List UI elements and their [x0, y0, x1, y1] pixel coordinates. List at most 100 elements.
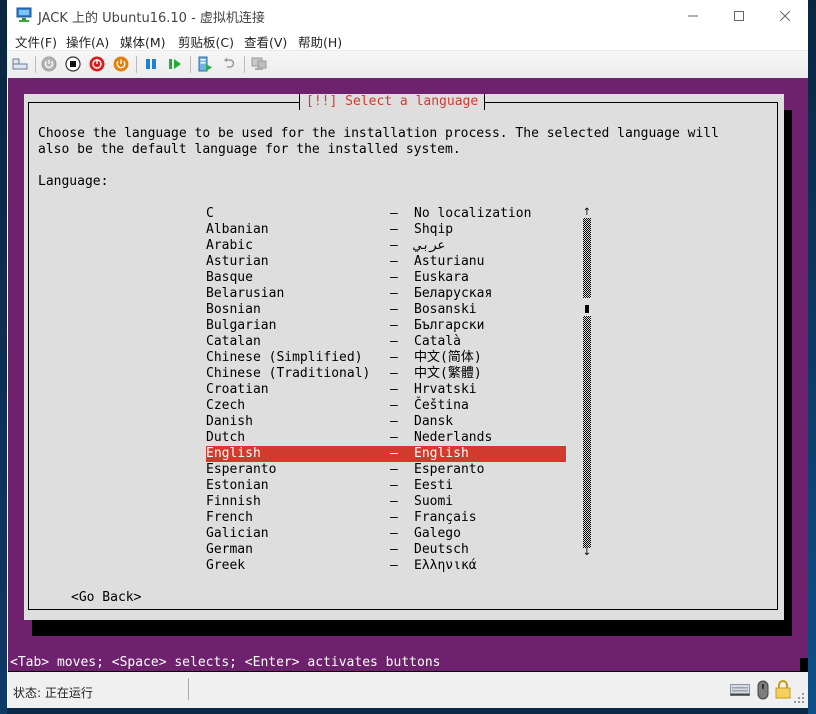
language-option[interactable]: Basque – Euskara [206, 270, 566, 286]
minimize-button[interactable] [670, 0, 716, 31]
dialog-title: [!!] Select a language [299, 94, 486, 110]
menu-media[interactable]: 媒体(M) [120, 32, 166, 51]
language-native-name: Български [414, 318, 485, 333]
language-name: Estonian [206, 478, 269, 493]
language-name: Catalan [206, 334, 261, 349]
language-option[interactable]: Arabic – عربي [206, 238, 566, 254]
language-list[interactable]: C – No localization Albanian – Shqip Arabic – عر… [206, 206, 566, 574]
language-option[interactable]: Catalan – Català [206, 334, 566, 350]
vm-connection-window: JACK 上的 Ubuntu16.10 - 虚拟机连接 文件(F) 操作(A) … [7, 0, 808, 708]
menu-help[interactable]: 帮助(H) [298, 32, 342, 51]
menu-action[interactable]: 操作(A) [66, 32, 109, 51]
language-name: Danish [206, 414, 253, 429]
language-option[interactable]: Albanian – Shqip [206, 222, 566, 238]
description-line-1: Choose the language to be used for the i… [38, 126, 719, 141]
language-dialog: [!!] Select a language Choose the langua… [24, 94, 784, 620]
scrollbar-thumb[interactable] [585, 305, 589, 313]
menu-file[interactable]: 文件(F) [15, 32, 57, 51]
resize-grip-icon[interactable] [794, 693, 804, 703]
save-state-button[interactable] [113, 56, 129, 72]
language-native-name: Shqip [414, 222, 454, 237]
language-label: Language: [38, 174, 109, 189]
scrollbar-track-lower[interactable] [583, 316, 591, 548]
ctrl-alt-del-button[interactable] [12, 56, 28, 72]
close-icon [780, 10, 790, 21]
language-native-name: Français [414, 510, 477, 525]
enhanced-session-button[interactable] [251, 56, 267, 72]
language-option[interactable]: Galician – Galego [206, 526, 566, 542]
language-option[interactable]: Danish – Dansk [206, 414, 566, 430]
shutdown-icon [89, 56, 105, 72]
shutdown-button[interactable] [89, 56, 105, 72]
language-native-name: Čeština [414, 398, 469, 413]
language-separator: – [390, 462, 398, 477]
start-button[interactable] [41, 56, 57, 72]
menu-bar: 文件(F) 操作(A) 媒体(M) 剪贴板(C) 查看(V) 帮助(H) [7, 31, 808, 50]
language-option[interactable]: Greek – Ελληνικά [206, 558, 566, 574]
language-separator: – [390, 382, 398, 397]
go-back-button[interactable]: <Go Back> [71, 590, 141, 606]
checkpoint-button[interactable] [197, 56, 213, 72]
pause-icon [146, 59, 156, 69]
language-option[interactable]: Bulgarian – Български [206, 318, 566, 334]
language-option[interactable]: Belarusian – Беларуская [206, 286, 566, 302]
title-bar[interactable]: JACK 上的 Ubuntu16.10 - 虚拟机连接 [7, 0, 808, 31]
language-option[interactable]: Czech – Čeština [206, 398, 566, 414]
resume-button[interactable] [167, 56, 183, 72]
language-name: English [206, 446, 261, 461]
menu-view[interactable]: 查看(V) [244, 32, 287, 51]
list-scrollbar[interactable]: ↑ ↓ [582, 206, 592, 558]
toolbar-separator [244, 56, 245, 73]
language-option[interactable]: Estonian – Eesti [206, 478, 566, 494]
pause-button[interactable] [143, 56, 159, 72]
minimize-icon [688, 15, 698, 16]
language-native-name: Eesti [414, 478, 454, 493]
keyboard-hint-bar: <Tab> moves; <Space> selects; <Enter> ac… [8, 655, 800, 671]
language-option[interactable]: Dutch – Nederlands [206, 430, 566, 446]
language-option[interactable]: Finnish – Suomi [206, 494, 566, 510]
scroll-down-arrow-icon[interactable]: ↓ [582, 548, 592, 558]
status-bar: 状态: 正在运行 [8, 672, 808, 708]
language-name: Chinese (Simplified) [206, 350, 363, 365]
language-separator: – [390, 430, 398, 445]
language-name: French [206, 510, 253, 525]
menu-clipboard[interactable]: 剪贴板(C) [178, 32, 234, 51]
language-option[interactable]: Croatian – Hrvatski [206, 382, 566, 398]
language-name: C [206, 206, 214, 221]
language-native-name: Asturianu [414, 254, 485, 269]
language-separator: – [390, 270, 398, 285]
revert-button[interactable] [221, 56, 237, 72]
language-name: Chinese (Traditional) [206, 366, 371, 381]
start-icon [41, 56, 57, 72]
status-separator [188, 678, 189, 700]
language-option[interactable]: Chinese (Simplified) – 中文(简体) [206, 350, 566, 366]
language-option[interactable]: Esperanto – Esperanto [206, 462, 566, 478]
language-option[interactable]: Asturian – Asturianu [206, 254, 566, 270]
language-name: Croatian [206, 382, 269, 397]
language-option[interactable]: Bosnian – Bosanski [206, 302, 566, 318]
scroll-up-arrow-icon[interactable]: ↑ [582, 208, 592, 218]
lock-icon [775, 680, 791, 699]
turn-off-button[interactable] [65, 56, 81, 72]
language-separator: – [390, 302, 398, 317]
language-native-name: Euskara [414, 270, 469, 285]
language-native-name: No localization [414, 206, 532, 221]
language-native-name: Dansk [414, 414, 454, 429]
language-native-name: عربي [414, 238, 446, 253]
language-option[interactable]: Chinese (Traditional) – 中文(繁體) [206, 366, 566, 382]
language-option[interactable]: C – No localization [206, 206, 566, 222]
vm-display[interactable]: [!!] Select a language Choose the langua… [8, 78, 808, 672]
language-native-name: Hrvatski [414, 382, 477, 397]
language-separator: – [390, 318, 398, 333]
toolbar [7, 50, 808, 78]
scrollbar-track-upper[interactable] [583, 218, 591, 298]
language-name: Dutch [206, 430, 246, 445]
close-button[interactable] [762, 0, 808, 31]
language-option-selected[interactable]: English – English [206, 446, 566, 462]
language-option[interactable]: French – Français [206, 510, 566, 526]
language-name: Finnish [206, 494, 261, 509]
language-option[interactable]: German – Deutsch [206, 542, 566, 558]
maximize-button[interactable] [716, 0, 762, 31]
language-name: Basque [206, 270, 253, 285]
language-native-name: Беларуская [414, 286, 493, 301]
